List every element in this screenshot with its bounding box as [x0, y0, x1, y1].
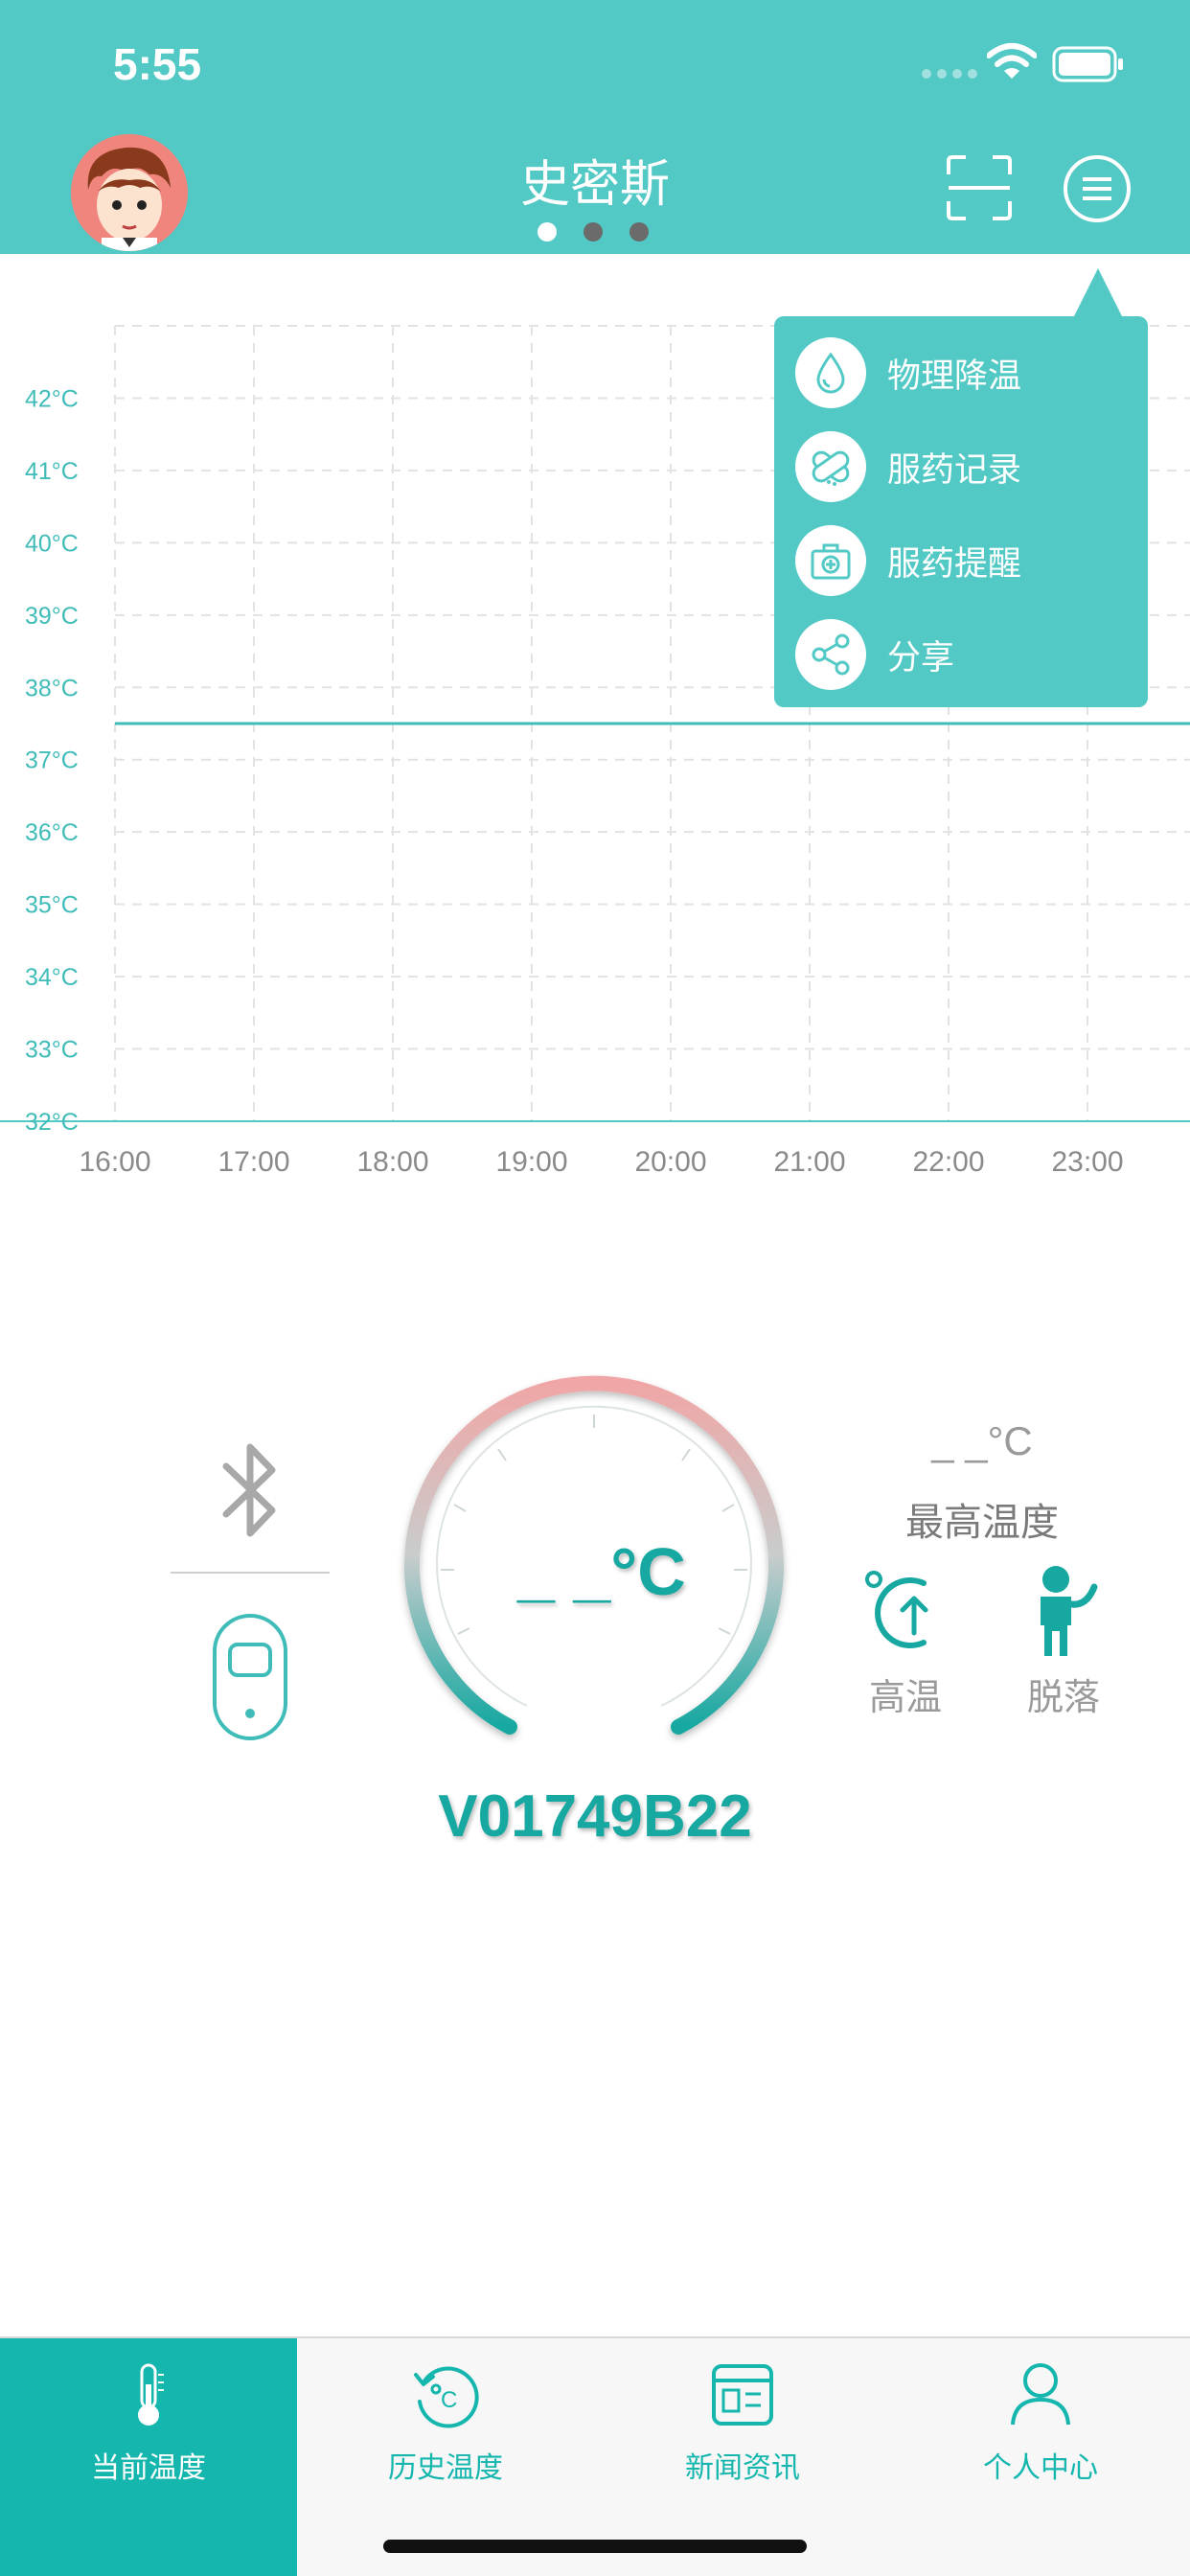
- high-temperature-icon[interactable]: [862, 1570, 949, 1656]
- y-tick-label: 37°C: [25, 748, 79, 774]
- x-tick-label: 16:00: [79, 1146, 150, 1178]
- cellular-signal-icon: [922, 69, 977, 79]
- avatar[interactable]: [71, 134, 188, 251]
- detach-child-icon[interactable]: [1023, 1564, 1110, 1660]
- tab-current-temperature[interactable]: 当前温度: [0, 2338, 297, 2576]
- tab-personal-center[interactable]: 个人中心: [891, 2338, 1190, 2576]
- menu-item-medication-record[interactable]: 服药记录: [774, 420, 1148, 514]
- x-tick-label: 17:00: [217, 1146, 289, 1178]
- news-icon: [712, 2364, 773, 2426]
- tab-label: 新闻资讯: [685, 2451, 800, 2485]
- y-tick-label: 41°C: [25, 458, 79, 485]
- y-tick-label: 38°C: [25, 675, 79, 702]
- x-tick-label: 19:00: [495, 1146, 567, 1178]
- page-dot-3[interactable]: [629, 222, 649, 242]
- detach-label: 脱落: [1026, 1676, 1100, 1718]
- x-tick-label: 18:00: [356, 1146, 428, 1178]
- app-screen: 5:55 史密斯 32°C 33°C 34°C 35°C 36°C 37°C 3…: [0, 0, 1190, 2576]
- status-time: 5:55: [113, 39, 202, 89]
- battery-icon: [1052, 46, 1123, 82]
- pills-icon: [795, 431, 866, 502]
- high-temperature-label: 高温: [868, 1676, 942, 1718]
- y-tick-label: 32°C: [25, 1109, 79, 1136]
- x-tick-label: 23:00: [1051, 1146, 1123, 1178]
- menu-item-label: 服药记录: [887, 450, 1022, 490]
- page-dot-1[interactable]: [538, 222, 557, 242]
- x-tick-label: 21:00: [773, 1146, 845, 1178]
- divider: [171, 1572, 330, 1574]
- y-tick-label: 33°C: [25, 1037, 79, 1064]
- menu-icon[interactable]: [1062, 153, 1133, 224]
- tab-label: 当前温度: [91, 2451, 206, 2485]
- y-tick-label: 35°C: [25, 892, 79, 919]
- thermometer-device-icon[interactable]: [209, 1610, 291, 1744]
- history-temp-icon: C: [414, 2366, 479, 2428]
- person-icon: [1011, 2363, 1070, 2426]
- share-icon: [795, 619, 866, 690]
- y-tick-label: 34°C: [25, 964, 79, 991]
- dropdown-arrow: [1073, 268, 1123, 318]
- page-dot-2[interactable]: [584, 222, 603, 242]
- water-drop-icon: [795, 337, 866, 408]
- thermometer-icon: [138, 2363, 164, 2426]
- wifi-icon: [987, 43, 1037, 79]
- y-tick-label: 42°C: [25, 385, 79, 412]
- menu-item-label: 物理降温: [887, 356, 1022, 396]
- y-tick-label: 40°C: [25, 530, 79, 557]
- menu-item-medication-reminder[interactable]: 服药提醒: [774, 514, 1148, 608]
- menu-item-label: 分享: [887, 638, 955, 678]
- current-temperature: _ _°C: [517, 1534, 686, 1609]
- x-tick-label: 22:00: [912, 1146, 984, 1178]
- svg-text:C: C: [441, 2387, 457, 2413]
- tab-label: 个人中心: [983, 2451, 1098, 2485]
- dropdown-menu: 物理降温 服药记录 服药提醒 分享: [774, 316, 1148, 707]
- tab-label: 历史温度: [388, 2451, 503, 2485]
- page-title: 史密斯: [519, 156, 670, 214]
- device-id: V01749B22: [438, 1783, 752, 1850]
- x-tick-label: 20:00: [634, 1146, 706, 1178]
- menu-item-label: 服药提醒: [887, 544, 1022, 584]
- bluetooth-icon[interactable]: [209, 1438, 291, 1543]
- home-indicator: [383, 2540, 807, 2553]
- y-tick-label: 36°C: [25, 819, 79, 846]
- scan-icon[interactable]: [945, 153, 1014, 222]
- medical-kit-icon: [795, 525, 866, 596]
- max-temperature-label: 最高温度: [905, 1501, 1059, 1545]
- max-temperature-value: _ _°C: [931, 1418, 1033, 1463]
- header-bar: 5:55 史密斯: [0, 0, 1190, 254]
- menu-item-share[interactable]: 分享: [774, 608, 1148, 702]
- menu-item-physical-cooling[interactable]: 物理降温: [774, 326, 1148, 420]
- cartoon-face-icon: [71, 134, 188, 251]
- y-tick-label: 39°C: [25, 603, 79, 630]
- page-indicator[interactable]: [538, 222, 649, 242]
